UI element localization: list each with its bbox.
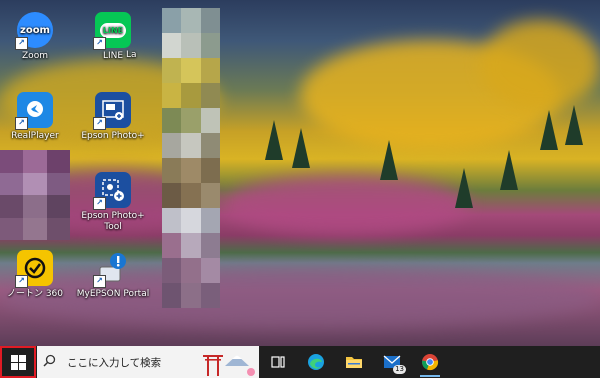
wallpaper-tree bbox=[500, 150, 518, 190]
line-icon: LINE ↗ bbox=[93, 12, 131, 50]
taskbar-edge-button[interactable] bbox=[297, 346, 335, 378]
start-button[interactable] bbox=[0, 346, 36, 378]
desktop-icon-zoom[interactable]: zoom ↗ Zoom bbox=[0, 12, 74, 62]
desktop-icon-label: RealPlayer bbox=[11, 131, 59, 141]
line-icon-glyph: LINE bbox=[99, 22, 127, 38]
wallpaper-tree bbox=[565, 105, 583, 145]
shortcut-arrow-icon: ↗ bbox=[93, 197, 106, 210]
search-highlight-torii-icon bbox=[199, 346, 259, 378]
taskbar-chrome-button[interactable] bbox=[411, 346, 449, 378]
taskbar: ここに入力して検索 13 bbox=[0, 346, 600, 378]
pixelated-privacy-block bbox=[0, 150, 70, 240]
zoom-icon-glyph: zoom bbox=[20, 24, 50, 36]
desktop-icon-realplayer[interactable]: ↗ RealPlayer bbox=[0, 92, 74, 142]
myepson-icon: ↗ bbox=[93, 250, 131, 288]
desktop-icon-label: ノートン 360 bbox=[6, 289, 64, 299]
shortcut-arrow-icon: ↗ bbox=[93, 117, 106, 130]
pixelated-privacy-block bbox=[162, 8, 220, 308]
windows-logo-icon bbox=[10, 354, 26, 370]
desktop-icon-label: Epson Photo+ Tool bbox=[81, 211, 145, 232]
desktop-icon-myepson[interactable]: ↗ MyEPSON Portal bbox=[74, 250, 152, 300]
epson-photo-tool-icon: ↗ bbox=[93, 172, 131, 210]
zoom-icon: zoom ↗ bbox=[15, 12, 53, 50]
task-view-button[interactable] bbox=[259, 346, 297, 378]
desktop-icon-label: MyEPSON Portal bbox=[76, 289, 150, 299]
wallpaper-tree bbox=[540, 110, 558, 150]
taskbar-mail-button[interactable]: 13 bbox=[373, 346, 411, 378]
desktop-icon-epson-photo-tool[interactable]: ↗ Epson Photo+ Tool bbox=[74, 172, 152, 233]
wallpaper-meadow bbox=[220, 175, 470, 235]
desktop-icon-partial[interactable]: La bbox=[126, 50, 166, 61]
desktop-wallpaper: zoom ↗ Zoom LINE ↗ LINE La ↗ RealPlayer bbox=[0, 0, 600, 346]
desktop-icon-label: Epson Photo+ bbox=[81, 131, 145, 141]
shortcut-arrow-icon: ↗ bbox=[15, 37, 28, 50]
search-icon bbox=[43, 354, 63, 371]
shortcut-arrow-icon: ↗ bbox=[93, 37, 106, 50]
task-view-icon bbox=[271, 356, 285, 368]
desktop-icon-label: La bbox=[126, 50, 137, 60]
desktop-icon-label: Zoom bbox=[22, 51, 48, 61]
taskbar-search-box[interactable]: ここに入力して検索 bbox=[37, 346, 259, 378]
desktop-icon-norton[interactable]: ↗ ノートン 360 bbox=[0, 250, 74, 300]
realplayer-icon: ↗ bbox=[15, 92, 53, 130]
norton-icon: ↗ bbox=[15, 250, 53, 288]
desktop-icon-epson-photo[interactable]: ↗ Epson Photo+ bbox=[74, 92, 152, 142]
mail-unread-badge: 13 bbox=[393, 365, 406, 374]
wallpaper-aspen-grove-right bbox=[480, 20, 600, 110]
folder-icon bbox=[346, 357, 362, 368]
epson-photo-icon: ↗ bbox=[93, 92, 131, 130]
wallpaper-tree bbox=[455, 168, 473, 208]
edge-browser-icon bbox=[308, 354, 324, 370]
wallpaper-tree bbox=[380, 140, 398, 180]
taskbar-file-explorer-button[interactable] bbox=[335, 346, 373, 378]
chrome-browser-icon bbox=[422, 354, 439, 371]
shortcut-arrow-icon: ↗ bbox=[93, 275, 106, 288]
shortcut-arrow-icon: ↗ bbox=[15, 275, 28, 288]
wallpaper-tree bbox=[292, 128, 310, 168]
wallpaper-tree bbox=[265, 120, 283, 160]
search-placeholder: ここに入力して検索 bbox=[67, 356, 162, 369]
shortcut-arrow-icon: ↗ bbox=[15, 117, 28, 130]
